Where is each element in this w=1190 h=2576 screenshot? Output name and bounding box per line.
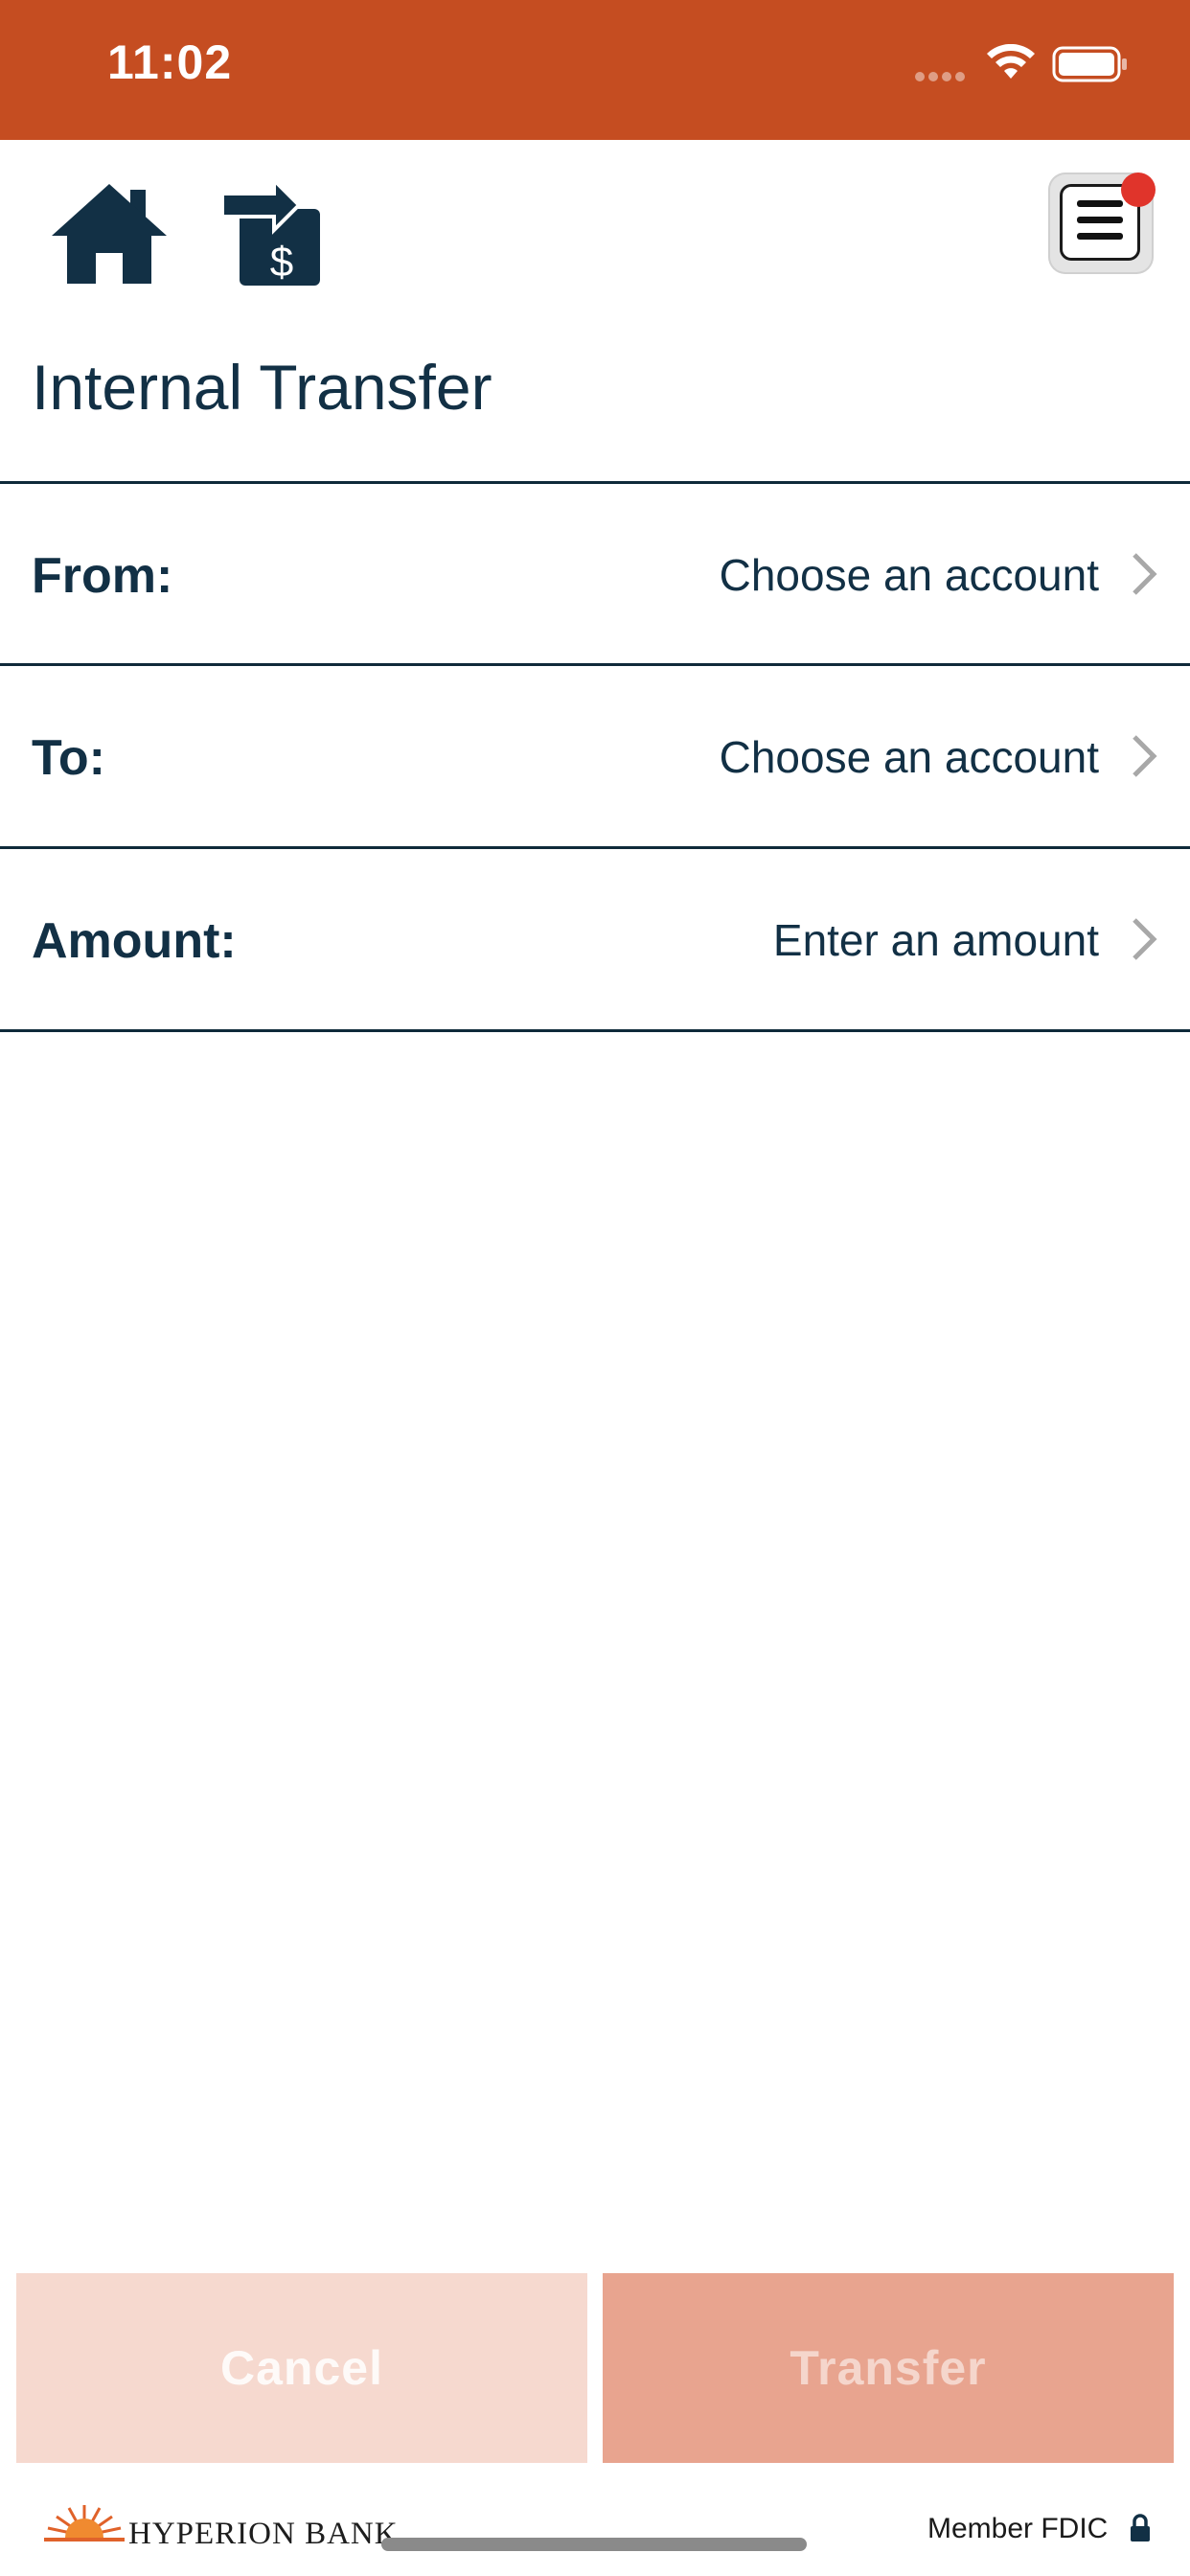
member-fdic-text: Member FDIC bbox=[927, 2513, 1109, 2544]
sunrise-logo-icon bbox=[44, 2505, 125, 2542]
to-label: To: bbox=[32, 730, 105, 786]
wifi-icon bbox=[987, 44, 1035, 79]
chevron-right-icon bbox=[1133, 918, 1157, 960]
top-toolbar: $ bbox=[0, 140, 1190, 332]
notification-badge bbox=[1121, 172, 1156, 207]
status-bar: 11:02 bbox=[0, 0, 1190, 140]
page-title: Internal Transfer bbox=[32, 352, 492, 423]
home-indicator[interactable] bbox=[381, 2538, 807, 2551]
home-icon[interactable] bbox=[50, 180, 169, 288]
from-value: Choose an account bbox=[719, 550, 1099, 600]
status-time: 11:02 bbox=[107, 35, 233, 89]
transfer-money-icon[interactable]: $ bbox=[218, 176, 322, 288]
cancel-button[interactable]: Cancel bbox=[16, 2273, 587, 2463]
svg-text:$: $ bbox=[270, 239, 293, 286]
chevron-right-icon bbox=[1133, 735, 1157, 777]
to-value: Choose an account bbox=[719, 732, 1099, 782]
battery-icon bbox=[1052, 46, 1127, 82]
from-label: From: bbox=[32, 548, 173, 604]
transfer-button[interactable]: Transfer bbox=[603, 2273, 1174, 2463]
amount-label: Amount: bbox=[32, 913, 237, 969]
chevron-right-icon bbox=[1133, 553, 1157, 595]
bank-name: HYPERION BANK bbox=[128, 2517, 399, 2551]
divider bbox=[0, 1029, 1190, 1032]
from-account-row[interactable]: From: Choose an account bbox=[0, 484, 1190, 664]
lock-icon bbox=[1131, 2514, 1150, 2542]
amount-value: Enter an amount bbox=[772, 915, 1099, 965]
to-account-row[interactable]: To: Choose an account bbox=[0, 666, 1190, 846]
amount-row[interactable]: Amount: Enter an amount bbox=[0, 849, 1190, 1029]
signal-dots-icon bbox=[915, 69, 969, 86]
